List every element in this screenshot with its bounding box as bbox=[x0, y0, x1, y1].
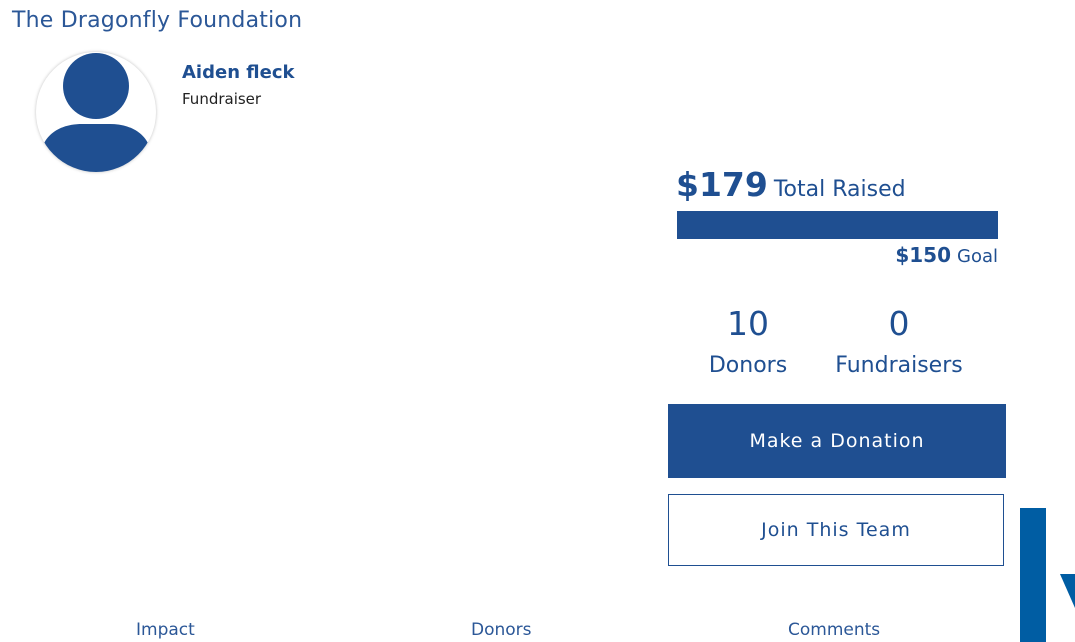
tab-impact[interactable]: Impact bbox=[136, 620, 195, 640]
raised-amount: $179 bbox=[676, 165, 768, 204]
tab-donors[interactable]: Donors bbox=[471, 620, 532, 640]
goal: $150 Goal bbox=[895, 243, 998, 267]
progress-fill bbox=[677, 211, 998, 239]
donors-count: 10 bbox=[727, 304, 769, 343]
make-donation-button[interactable]: Make a Donation bbox=[668, 404, 1006, 478]
goal-label: Goal bbox=[957, 246, 998, 267]
donors-label: Donors bbox=[708, 353, 788, 378]
fundraisers-label: Fundraisers bbox=[835, 353, 963, 378]
organization-title: The Dragonfly Foundation bbox=[12, 8, 303, 33]
donors-stat: 10 Donors bbox=[688, 304, 808, 379]
user-silhouette-icon bbox=[42, 53, 150, 172]
tab-comments[interactable]: Comments bbox=[788, 620, 880, 640]
brand-logo-fragment bbox=[1020, 508, 1075, 642]
fundraiser-name[interactable]: Aiden fleck bbox=[182, 62, 294, 83]
fundraiser-role: Fundraiser bbox=[182, 90, 262, 108]
progress-bar bbox=[677, 211, 998, 239]
goal-amount: $150 bbox=[895, 243, 951, 267]
raised-label: Total Raised bbox=[773, 177, 906, 202]
fundraisers-count: 0 bbox=[888, 304, 910, 343]
fundraisers-stat: 0 Fundraisers bbox=[819, 304, 979, 379]
join-team-button[interactable]: Join This Team bbox=[668, 494, 1004, 566]
total-raised: $179 Total Raised bbox=[676, 165, 906, 204]
avatar bbox=[36, 52, 156, 172]
